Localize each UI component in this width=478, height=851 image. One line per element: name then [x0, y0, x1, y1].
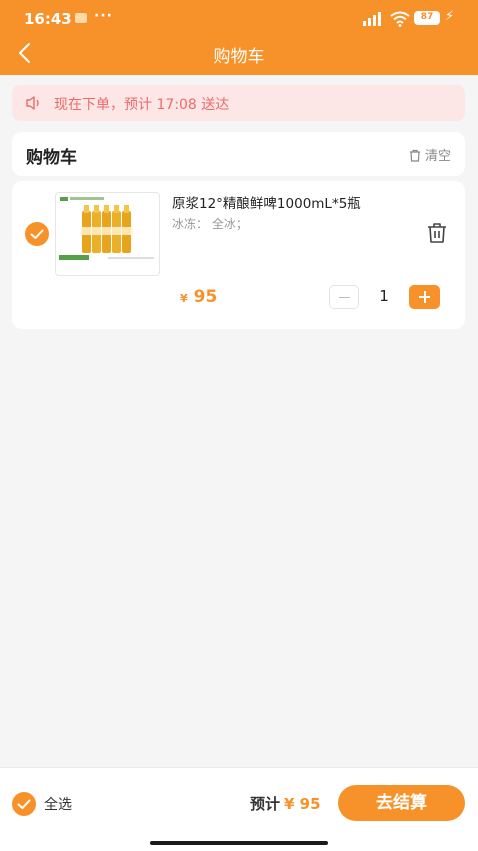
status-more: ··· — [94, 8, 113, 24]
status-bar: 16:43 ··· 87 ⚡ — [0, 8, 478, 30]
checkout-button[interactable]: 去结算 — [338, 785, 465, 821]
total-price: 预计 ¥ 95 — [250, 793, 321, 814]
product-name[interactable]: 原浆12°精酿鲜啤1000mL*5瓶 — [172, 192, 361, 212]
price-value: 95 — [193, 287, 218, 307]
cart-item: 原浆12°精酿鲜啤1000mL*5瓶 冰冻： 全冰； ¥95 1 — [12, 181, 465, 329]
trash-icon — [409, 149, 420, 162]
signal-icon — [363, 12, 381, 26]
battery-indicator: 87 — [414, 11, 440, 25]
beer-bottles-image — [59, 197, 154, 260]
trash-icon[interactable] — [426, 221, 448, 245]
bolt-icon: ⚡ — [445, 9, 455, 24]
cart-title: 购物车 — [26, 148, 77, 168]
page-title: 购物车 — [213, 47, 265, 67]
total-label: 预计 — [250, 795, 281, 813]
product-spec: 冰冻： 全冰； — [172, 217, 248, 231]
plus-icon[interactable] — [409, 285, 440, 309]
cart-header: 购物车 清空 — [12, 132, 465, 176]
wifi-icon — [390, 11, 410, 27]
item-price: ¥95 — [180, 287, 217, 307]
product-image[interactable] — [55, 192, 160, 276]
clear-button[interactable]: 清空 — [409, 145, 451, 164]
checkout-bar: 全选 预计 ¥ 95 去结算 — [0, 767, 478, 851]
select-all-label[interactable]: 全选 — [44, 794, 72, 814]
status-time: 16:43 — [24, 10, 72, 28]
total-amount: ¥ 95 — [284, 795, 321, 813]
minus-icon[interactable] — [329, 285, 359, 309]
notice-text: 现在下单，预计 17:08 送达 — [54, 97, 230, 113]
delivery-notice: 现在下单，预计 17:08 送达 — [12, 85, 465, 121]
currency-symbol: ¥ — [180, 292, 188, 305]
speaker-icon — [26, 96, 39, 110]
quantity-value: 1 — [379, 287, 389, 305]
clear-label: 清空 — [424, 149, 451, 164]
app-header: 16:43 ··· 87 ⚡ 购物车 — [0, 0, 478, 75]
message-icon — [75, 13, 87, 23]
checkmark-icon[interactable] — [25, 222, 49, 246]
checkmark-icon[interactable] — [12, 792, 36, 816]
home-indicator[interactable] — [150, 841, 328, 845]
